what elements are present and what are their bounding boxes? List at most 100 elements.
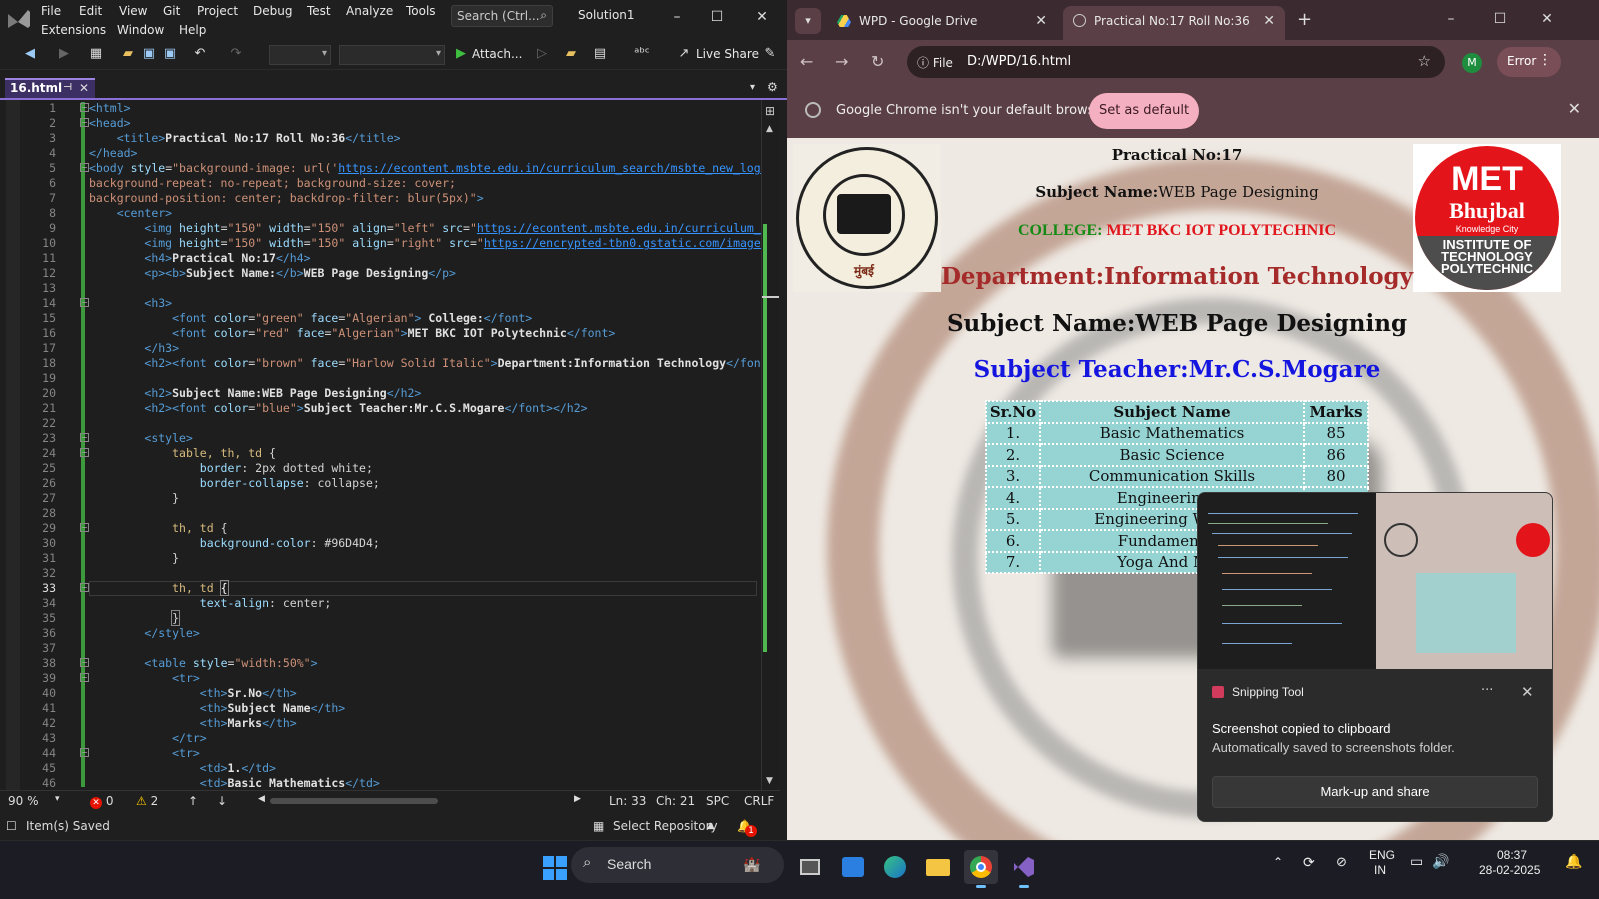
close-tab-icon[interactable]: ✕ [1263, 13, 1275, 29]
layout-icon[interactable]: ▤ [592, 46, 608, 62]
line-ending-indicator[interactable]: CRLF [744, 794, 774, 808]
feedback-icon[interactable]: ✎ [762, 46, 778, 62]
close-icon[interactable]: ✕ [752, 9, 772, 25]
open-folder-icon[interactable]: ▰ [120, 46, 136, 62]
configuration-dropdown[interactable] [269, 45, 331, 65]
previous-issue-icon[interactable]: ↑ [188, 794, 198, 808]
taskbar-search[interactable]: ⌕ Search 🏰 [571, 847, 784, 883]
new-tab-icon[interactable]: + [1297, 9, 1312, 30]
close-notification-icon[interactable]: ✕ [1521, 683, 1534, 701]
snipping-tool-notification[interactable]: Snipping Tool ··· ✕ Screenshot copied to… [1197, 492, 1553, 822]
more-options-icon[interactable]: ··· [1481, 683, 1493, 698]
close-infobar-icon[interactable]: ✕ [1568, 99, 1581, 118]
output-icon[interactable]: ☐ [6, 819, 17, 833]
horizontal-scrollbar[interactable] [270, 798, 438, 804]
tab-search-icon[interactable]: ▾ [795, 8, 821, 34]
menu-edit[interactable]: Edit [79, 4, 102, 18]
menu-git[interactable]: Git [163, 4, 180, 18]
undo-icon[interactable]: ↶ [192, 46, 208, 62]
file-explorer-icon[interactable] [921, 850, 955, 884]
menu-project[interactable]: Project [197, 4, 238, 18]
fold-toggle-icon[interactable]: − [80, 673, 89, 682]
attach-button[interactable]: Attach... [472, 47, 522, 61]
tab-practical-17[interactable]: Practical No:17 Roll No:36 ✕ [1063, 6, 1285, 40]
back-icon[interactable]: ← [800, 52, 813, 71]
live-share-button[interactable]: Live Share [696, 47, 759, 61]
scroll-right-icon[interactable]: ▶ [574, 794, 581, 804]
markup-and-share-button[interactable]: Mark-up and share [1212, 776, 1538, 808]
fold-toggle-icon[interactable]: − [80, 103, 89, 112]
chrome-icon[interactable] [964, 850, 998, 888]
menu-tools[interactable]: Tools [406, 4, 436, 18]
tab-list-dropdown-icon[interactable]: ▾ [750, 82, 755, 93]
scroll-up-icon[interactable]: ▲ [766, 124, 773, 134]
edge-icon[interactable] [878, 850, 912, 884]
tab-google-drive[interactable]: WPD - Google Drive ✕ [827, 6, 1057, 40]
visual-studio-icon[interactable] [1007, 850, 1041, 888]
close-icon[interactable]: ✕ [1537, 11, 1557, 27]
scroll-down-icon[interactable]: ▼ [766, 776, 773, 786]
zoom-dropdown-icon[interactable]: ▾ [55, 794, 60, 804]
fold-toggle-icon[interactable]: − [80, 523, 89, 532]
show-hidden-icons-chevron-icon[interactable]: ⌃ [1273, 855, 1283, 869]
error-count[interactable]: ✕ 0 [90, 794, 113, 809]
scroll-left-icon[interactable]: ◀ [258, 794, 265, 804]
platform-dropdown[interactable] [339, 45, 445, 65]
menu-debug[interactable]: Debug [253, 4, 292, 18]
fold-toggle-icon[interactable]: − [80, 658, 89, 667]
fold-toggle-icon[interactable]: − [80, 748, 89, 757]
language-indicator[interactable]: ENG [1369, 848, 1395, 862]
close-tab-icon[interactable]: ✕ [79, 81, 89, 95]
folder-icon[interactable]: ▰ [563, 46, 579, 62]
microsoft-store-icon[interactable] [836, 850, 870, 884]
region-indicator[interactable]: IN [1374, 863, 1386, 877]
redo-icon[interactable]: ↷ [228, 46, 244, 62]
menu-window[interactable]: Window [117, 23, 164, 37]
editor-vertical-scrollbar[interactable]: ⊞ ▲ ▼ [761, 100, 779, 790]
zoom-level[interactable]: 90 % [8, 794, 39, 808]
scroll-thumb[interactable] [763, 224, 767, 652]
save-all-icon[interactable]: ▣ [162, 46, 178, 62]
fold-toggle-icon[interactable]: − [80, 298, 89, 307]
code-editor[interactable]: 1 2 3 4 5 6 7 8 9 10 11 12 13 14 15 16 17 18 19 20 21 22 23 24 2… [0, 100, 778, 790]
select-repository-button[interactable]: Select Repository [613, 819, 718, 833]
fold-toggle-icon[interactable]: − [80, 118, 89, 127]
fold-toggle-icon[interactable]: − [80, 433, 89, 442]
spellcheck-icon[interactable]: ᵃᵇᶜ [634, 46, 650, 62]
line-indicator[interactable]: Ln: 33 [609, 794, 646, 808]
maximize-icon[interactable]: ☐ [707, 9, 727, 25]
column-indicator[interactable]: Ch: 21 [656, 794, 695, 808]
tab-16-html[interactable]: 16.html ⊣ ✕ [5, 78, 95, 98]
clock-date[interactable]: 28-02-2025 [1479, 863, 1540, 877]
reload-icon[interactable]: ↻ [871, 52, 884, 71]
minimize-icon[interactable]: – [667, 9, 687, 25]
volume-icon[interactable]: 🔊 [1432, 853, 1449, 870]
chevron-up-icon[interactable]: ▲ [707, 821, 714, 831]
profile-avatar[interactable]: M [1462, 53, 1482, 73]
menu-analyze[interactable]: Analyze [346, 4, 393, 18]
bookmark-star-icon[interactable]: ☆ [1418, 52, 1431, 70]
error-menu-button[interactable]: Error ⋮ [1497, 47, 1561, 77]
task-view-icon[interactable] [793, 850, 827, 884]
vs-search-box[interactable]: Search (Ctrl... ⌕ [451, 5, 553, 27]
menu-help[interactable]: Help [179, 23, 206, 37]
url-text[interactable]: D:/WPD/16.html [967, 54, 1071, 69]
clock-time[interactable]: 08:37 [1497, 848, 1527, 862]
sync-icon[interactable]: ⟳ [1303, 854, 1315, 871]
menu-file[interactable]: File [41, 4, 61, 18]
close-tab-icon[interactable]: ✕ [1035, 13, 1047, 29]
fold-toggle-icon[interactable]: − [80, 583, 89, 592]
start-debug-icon[interactable]: ▶ [453, 46, 469, 62]
navigate-back-icon[interactable]: ◀ [22, 46, 38, 62]
split-editor-icon[interactable]: ⊞ [765, 104, 775, 118]
notifications-icon[interactable]: 🔔 [1565, 853, 1582, 870]
address-bar[interactable]: ⓘ File D:/WPD/16.html ☆ [907, 46, 1445, 78]
fold-toggle-icon[interactable]: − [80, 448, 89, 457]
menu-extensions[interactable]: Extensions [41, 23, 106, 37]
display-icon[interactable]: ▭ [1410, 853, 1423, 870]
forward-icon[interactable]: → [835, 52, 848, 71]
save-icon[interactable]: ▣ [141, 46, 157, 62]
menu-test[interactable]: Test [307, 4, 331, 18]
network-icon[interactable]: ⊘ [1336, 854, 1347, 870]
next-issue-icon[interactable]: ↓ [217, 794, 227, 808]
